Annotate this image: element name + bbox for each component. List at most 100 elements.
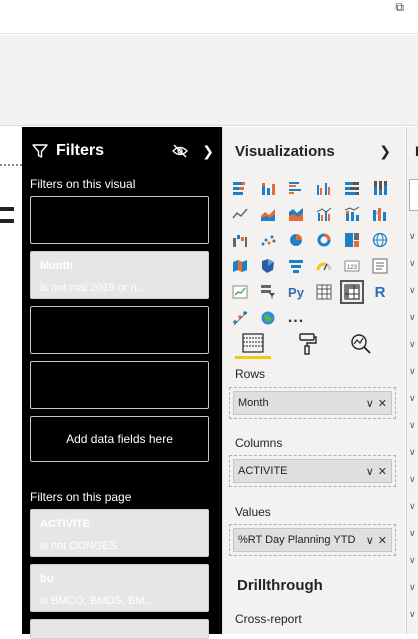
gauge-icon[interactable] <box>315 257 333 275</box>
filters-visual-label: Filters on this visual <box>30 177 136 191</box>
multi-row-card-icon[interactable] <box>371 257 389 275</box>
ribbon <box>0 35 418 126</box>
values-field-pill[interactable]: %RT Day Planning YTD ∨ ✕ <box>233 528 392 552</box>
chevron-down-icon[interactable]: ∨ <box>409 582 416 593</box>
treemap-icon[interactable] <box>343 231 361 249</box>
filter-card-empty[interactable] <box>30 196 209 244</box>
stacked-area-icon[interactable] <box>287 205 305 223</box>
fields-search-input[interactable] <box>409 179 418 211</box>
filter-card-empty[interactable] <box>30 306 209 354</box>
chevron-down-icon[interactable]: ∨ <box>409 285 416 296</box>
columns-field-pill[interactable]: ACTIVITE ∨ ✕ <box>233 459 392 483</box>
r-visual-icon[interactable]: R <box>371 283 389 301</box>
canvas-visual-glyph <box>0 207 14 237</box>
rows-field-pill[interactable]: Month ∨ ✕ <box>233 391 392 415</box>
hide-eye-icon[interactable] <box>172 144 189 158</box>
filters-page-label: Filters on this page <box>30 490 132 504</box>
chevron-down-icon[interactable]: ∨ <box>409 339 416 350</box>
filter-card-condition: is BMCO, BMDS, BM... <box>40 595 154 607</box>
line-clustered-column-icon[interactable] <box>315 205 333 223</box>
chevron-down-icon[interactable]: ∨ <box>409 366 416 377</box>
python-label: Py <box>288 284 304 300</box>
chevron-down-icon[interactable]: ∨ <box>409 501 416 512</box>
chevron-down-icon[interactable]: ∨ <box>409 474 416 485</box>
chevron-down-icon[interactable]: ∨ <box>409 393 416 404</box>
svg-text:123: 123 <box>347 265 358 271</box>
slicer-icon[interactable] <box>259 283 277 301</box>
chevron-down-icon[interactable]: ∨ <box>409 258 416 269</box>
ribbon-chart-icon[interactable] <box>371 205 389 223</box>
paint-roller-icon <box>299 333 317 355</box>
chevron-down-icon[interactable]: ∨ <box>409 231 416 242</box>
rows-well[interactable]: Month ∨ ✕ <box>229 387 396 419</box>
pie-chart-icon[interactable] <box>287 231 305 249</box>
visualizations-title: Visualizations <box>235 143 335 160</box>
filter-card-name: Month <box>40 260 73 272</box>
filters-title: Filters <box>56 142 105 159</box>
line-stacked-column-icon[interactable] <box>343 205 361 223</box>
tab-fields[interactable] <box>235 329 271 359</box>
arcgis-map-icon[interactable] <box>259 309 277 327</box>
area-chart-icon[interactable] <box>259 205 277 223</box>
top-bar: ⧉ <box>0 0 418 34</box>
stacked-bar-icon[interactable] <box>231 179 249 197</box>
stacked-column-icon[interactable] <box>259 179 277 197</box>
chevron-down-icon[interactable]: ∨ <box>366 534 374 547</box>
expand-chevron-icon[interactable]: ❯ <box>379 143 391 160</box>
card-icon[interactable]: 123 <box>343 257 361 275</box>
clustered-bar-icon[interactable] <box>287 179 305 197</box>
line-chart-icon[interactable] <box>231 205 249 223</box>
r-label: R <box>374 283 386 301</box>
close-icon[interactable]: ✕ <box>378 397 387 410</box>
visualizations-pane: Visualizations ❯ 123 Py R ... Rows Month… <box>222 127 405 634</box>
columns-well[interactable]: ACTIVITE ∨ ✕ <box>229 455 396 487</box>
chevron-down-icon[interactable]: ∨ <box>409 528 416 539</box>
scatter-chart-icon[interactable] <box>259 231 277 249</box>
filter-card-partial[interactable] <box>30 619 209 639</box>
map-globe-icon[interactable] <box>371 231 389 249</box>
collapse-chevron-icon[interactable]: ❯ <box>202 143 214 160</box>
more-visuals-ellipsis[interactable]: ... <box>287 309 305 327</box>
100-stacked-bar-icon[interactable] <box>343 179 361 197</box>
add-data-fields-drop[interactable]: Add data fields here <box>30 416 209 462</box>
close-icon[interactable]: ✕ <box>378 465 387 478</box>
chevron-down-icon[interactable]: ∨ <box>409 555 416 566</box>
100-stacked-column-icon[interactable] <box>371 179 389 197</box>
chevron-down-icon[interactable]: ∨ <box>366 465 374 478</box>
cross-report-label: Cross-report <box>235 612 302 626</box>
report-canvas[interactable] <box>0 127 22 634</box>
python-visual-icon[interactable]: Py <box>287 283 305 301</box>
table-icon[interactable] <box>315 283 333 301</box>
filter-card-empty[interactable] <box>30 361 209 409</box>
chevron-down-icon[interactable]: ∨ <box>409 609 416 620</box>
viz-tabs <box>235 329 379 359</box>
funnel-icon[interactable] <box>287 257 305 275</box>
key-influencers-icon[interactable] <box>231 309 249 327</box>
filter-card-bu[interactable]: bu is BMCO, BMDS, BM... <box>30 564 209 612</box>
close-icon[interactable]: ✕ <box>378 534 387 547</box>
chevron-down-icon[interactable]: ∨ <box>409 420 416 431</box>
filter-card-activite[interactable]: ACTIVITE is not CONGES <box>30 509 209 557</box>
add-data-fields-label: Add data fields here <box>66 432 173 446</box>
visual-border <box>0 164 22 166</box>
columns-field-name: ACTIVITE <box>238 465 288 477</box>
values-well[interactable]: %RT Day Planning YTD ∨ ✕ <box>229 524 396 556</box>
tab-analytics[interactable] <box>343 329 379 359</box>
shape-map-icon[interactable] <box>259 257 277 275</box>
donut-chart-icon[interactable] <box>315 231 333 249</box>
tab-format[interactable] <box>289 329 325 359</box>
chevron-down-icon[interactable]: ∨ <box>409 447 416 458</box>
drillthrough-title: Drillthrough <box>237 577 323 594</box>
values-label: Values <box>235 505 271 519</box>
filter-card-month[interactable]: Month is not mai 2019 or n... <box>30 251 209 299</box>
kpi-icon[interactable] <box>231 283 249 301</box>
filled-map-icon[interactable] <box>231 257 249 275</box>
analytics-magnifier-icon <box>351 334 371 354</box>
chevron-down-icon[interactable]: ∨ <box>366 397 374 410</box>
copy-icon[interactable]: ⧉ <box>395 0 404 15</box>
waterfall-icon[interactable] <box>231 231 249 249</box>
filter-card-condition: is not mai 2019 or n... <box>40 282 146 294</box>
matrix-icon[interactable] <box>340 280 364 304</box>
clustered-column-icon[interactable] <box>315 179 333 197</box>
chevron-down-icon[interactable]: ∨ <box>409 312 416 323</box>
